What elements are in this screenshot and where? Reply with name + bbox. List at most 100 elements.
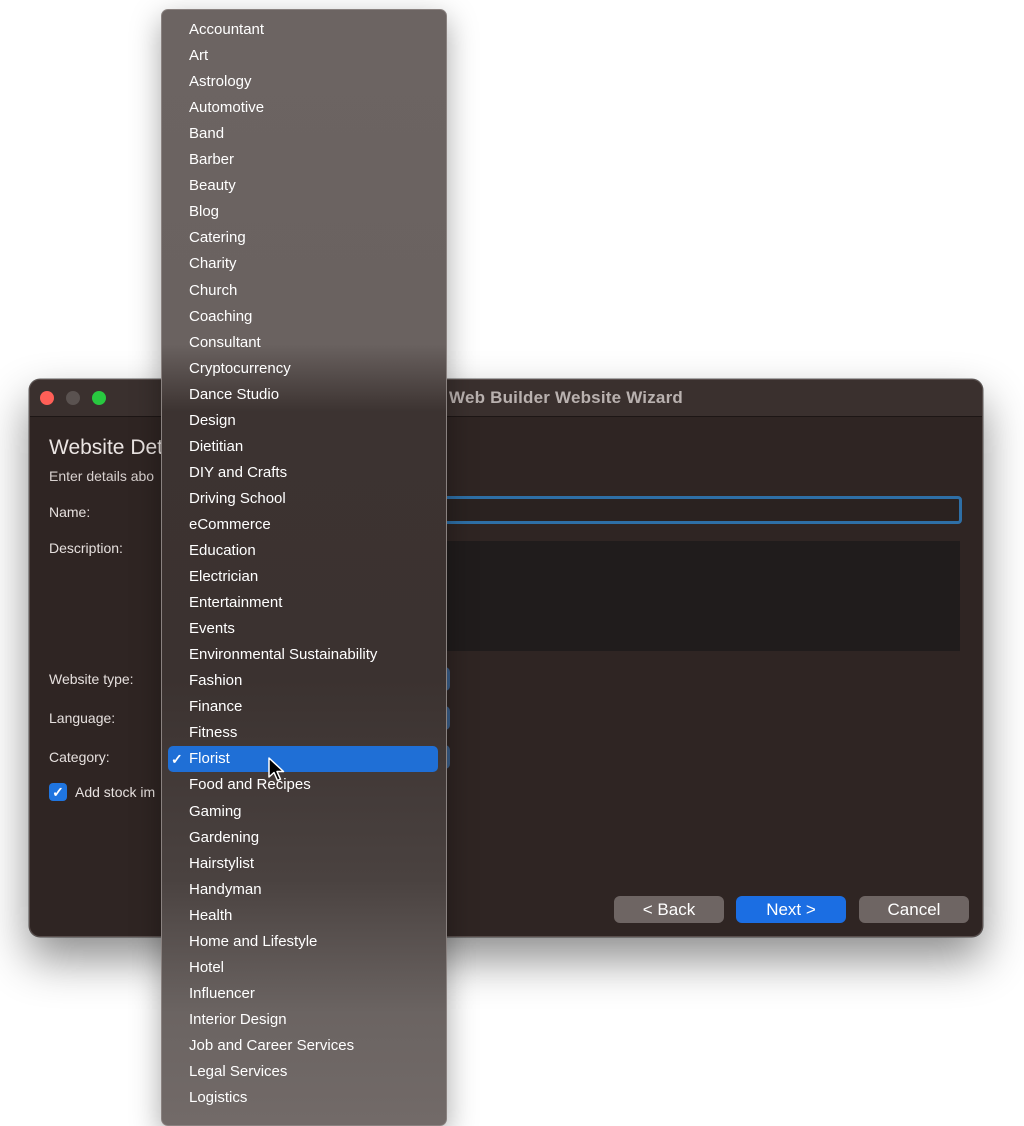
cancel-button[interactable]: Cancel: [859, 896, 969, 923]
menu-item-label: Art: [189, 47, 209, 65]
menu-item-label: Gardening: [189, 828, 260, 846]
menu-item[interactable]: Dance Studio: [168, 382, 438, 408]
menu-item-label: Interior Design: [189, 1010, 287, 1028]
menu-item[interactable]: Legal Services: [168, 1059, 438, 1085]
menu-item-label: Job and Career Services: [189, 1036, 355, 1054]
menu-item-label: Hairstylist: [189, 854, 255, 872]
menu-item-label: Driving School: [189, 489, 286, 507]
menu-item[interactable]: Blog: [168, 199, 438, 225]
stock-images-label: Add stock im: [75, 784, 156, 800]
menu-item-label: Charity: [189, 255, 237, 273]
menu-item[interactable]: Catering: [168, 225, 438, 251]
menu-item-label: DIY and Crafts: [189, 463, 288, 481]
menu-item[interactable]: Coaching: [168, 304, 438, 330]
menu-item-label: Health: [189, 906, 233, 924]
menu-item-label: Legal Services: [189, 1063, 288, 1080]
menu-item-label: Food and Recipes: [189, 776, 311, 794]
back-button[interactable]: < Back: [614, 896, 724, 923]
menu-item[interactable]: Art: [168, 43, 438, 69]
menu-item-label: Accountant: [189, 21, 265, 38]
page-subtitle: Enter details abo: [49, 468, 155, 484]
category-label: Category:: [49, 749, 110, 765]
website-type-label: Website type:: [49, 671, 134, 687]
menu-item[interactable]: Education: [168, 538, 438, 564]
menu-item[interactable]: Automotive: [168, 95, 438, 121]
menu-item[interactable]: Design: [168, 408, 438, 434]
menu-item-selected[interactable]: ✓ Florist: [168, 746, 438, 773]
menu-item[interactable]: Finance: [168, 694, 438, 720]
menu-item[interactable]: Handyman: [168, 877, 438, 903]
menu-item-label: Design: [189, 411, 236, 429]
menu-item-label: Coaching: [189, 307, 253, 325]
menu-item[interactable]: Entertainment: [168, 590, 438, 616]
menu-item-label: Cryptocurrency: [189, 359, 291, 377]
menu-item[interactable]: Home and Lifestyle: [168, 929, 438, 955]
menu-item[interactable]: Events: [168, 616, 438, 642]
menu-item[interactable]: Food and Recipes: [168, 772, 438, 798]
menu-item[interactable]: Barber: [168, 147, 438, 173]
menu-item[interactable]: eCommerce: [168, 512, 438, 538]
menu-item-label: Band: [189, 125, 225, 143]
menu-item[interactable]: Fashion: [168, 668, 438, 694]
menu-item[interactable]: Job and Career Services: [168, 1033, 438, 1059]
menu-item[interactable]: Charity: [168, 251, 438, 277]
menu-item[interactable]: Hairstylist: [168, 851, 438, 877]
menu-item-label: Beauty: [189, 177, 236, 195]
checkmark-icon: ✓: [171, 751, 183, 768]
name-input[interactable]: [440, 496, 962, 524]
menu-item-label: Handyman: [189, 880, 262, 898]
menu-item[interactable]: Driving School: [168, 486, 438, 512]
menu-item[interactable]: Electrician: [168, 564, 438, 590]
menu-item[interactable]: Gaming: [168, 799, 438, 825]
menu-item[interactable]: Beauty: [168, 173, 438, 199]
menu-item-label: Automotive: [189, 99, 265, 117]
page-title: Website Det: [49, 436, 163, 459]
menu-item-label: Fitness: [189, 724, 238, 742]
menu-item-label: Electrician: [189, 568, 259, 586]
menu-item[interactable]: Accountant: [168, 17, 438, 43]
menu-item-label: Influencer: [189, 984, 255, 1002]
menu-item-label: Astrology: [189, 73, 252, 91]
arrow-pointer-icon: [268, 757, 285, 782]
menu-item-label: eCommerce: [189, 515, 271, 533]
menu-item-label: Entertainment: [189, 594, 283, 612]
menu-item[interactable]: Interior Design: [168, 1007, 438, 1033]
name-label: Name:: [49, 504, 91, 520]
menu-item[interactable]: Band: [168, 121, 438, 147]
menu-item[interactable]: Environmental Sustainability: [168, 642, 438, 668]
menu-item-label: Barber: [189, 151, 235, 169]
menu-item[interactable]: Cryptocurrency: [168, 356, 438, 382]
next-button[interactable]: Next >: [736, 896, 846, 923]
stock-images-checkbox[interactable]: ✓: [49, 783, 67, 801]
menu-item[interactable]: Influencer: [168, 981, 438, 1007]
menu-item-label: Dance Studio: [189, 385, 280, 403]
menu-item-label: Dietitian: [189, 437, 244, 455]
menu-item-label: Logistics: [189, 1089, 248, 1107]
menu-item[interactable]: Consultant: [168, 330, 438, 356]
menu-item-label: Florist: [189, 750, 230, 768]
menu-item-label: Finance: [189, 698, 243, 716]
menu-item-label: Fashion: [189, 672, 243, 690]
menu-item[interactable]: Fitness: [168, 720, 438, 746]
description-label: Description:: [49, 540, 123, 556]
menu-item-label: Home and Lifestyle: [189, 932, 318, 950]
category-dropdown-menu: Accountant Art Astrology Automotive Band Barb…: [161, 9, 447, 1126]
menu-item[interactable]: Health: [168, 903, 438, 929]
menu-item-label: Consultant: [189, 333, 261, 351]
menu-item[interactable]: Gardening: [168, 825, 438, 851]
menu-item-label: Environmental Sustainability: [189, 646, 378, 664]
menu-item-label: Church: [189, 281, 238, 299]
menu-item-label: Education: [189, 542, 256, 559]
menu-item[interactable]: Astrology: [168, 69, 438, 95]
menu-item[interactable]: Logistics: [168, 1085, 438, 1111]
language-label: Language:: [49, 710, 116, 726]
description-textarea[interactable]: [442, 541, 960, 651]
menu-item-label: Hotel: [189, 958, 225, 976]
menu-item[interactable]: DIY and Crafts: [168, 460, 438, 486]
menu-item-label: Events: [189, 620, 235, 638]
menu-item-label: Catering: [189, 229, 246, 247]
menu-item-label: Blog: [189, 203, 220, 221]
menu-item[interactable]: Hotel: [168, 955, 438, 981]
menu-item[interactable]: Church: [168, 278, 438, 304]
menu-item[interactable]: Dietitian: [168, 434, 438, 460]
